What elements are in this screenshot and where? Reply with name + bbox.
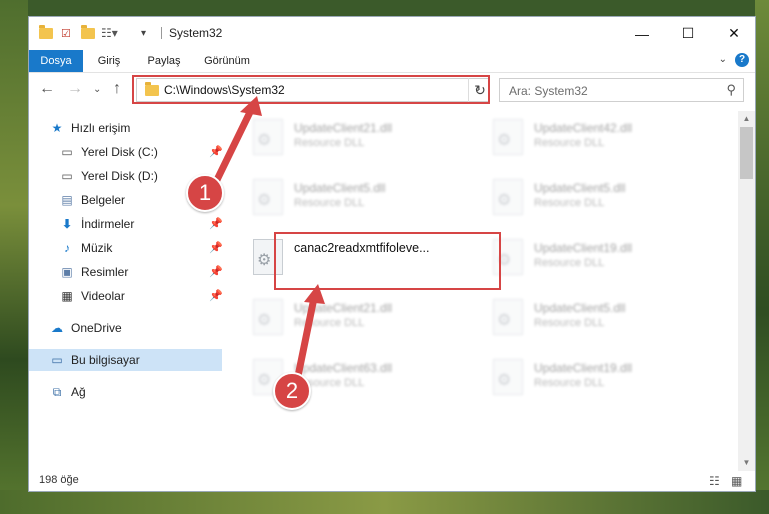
arrow-1-shaft (210, 104, 256, 190)
arrow-1-head (240, 96, 262, 116)
step-badge-2: 2 (273, 372, 311, 410)
annotation-arrows (210, 96, 325, 390)
step-badge-1: 1 (186, 174, 224, 212)
arrow-2-head (304, 284, 325, 304)
